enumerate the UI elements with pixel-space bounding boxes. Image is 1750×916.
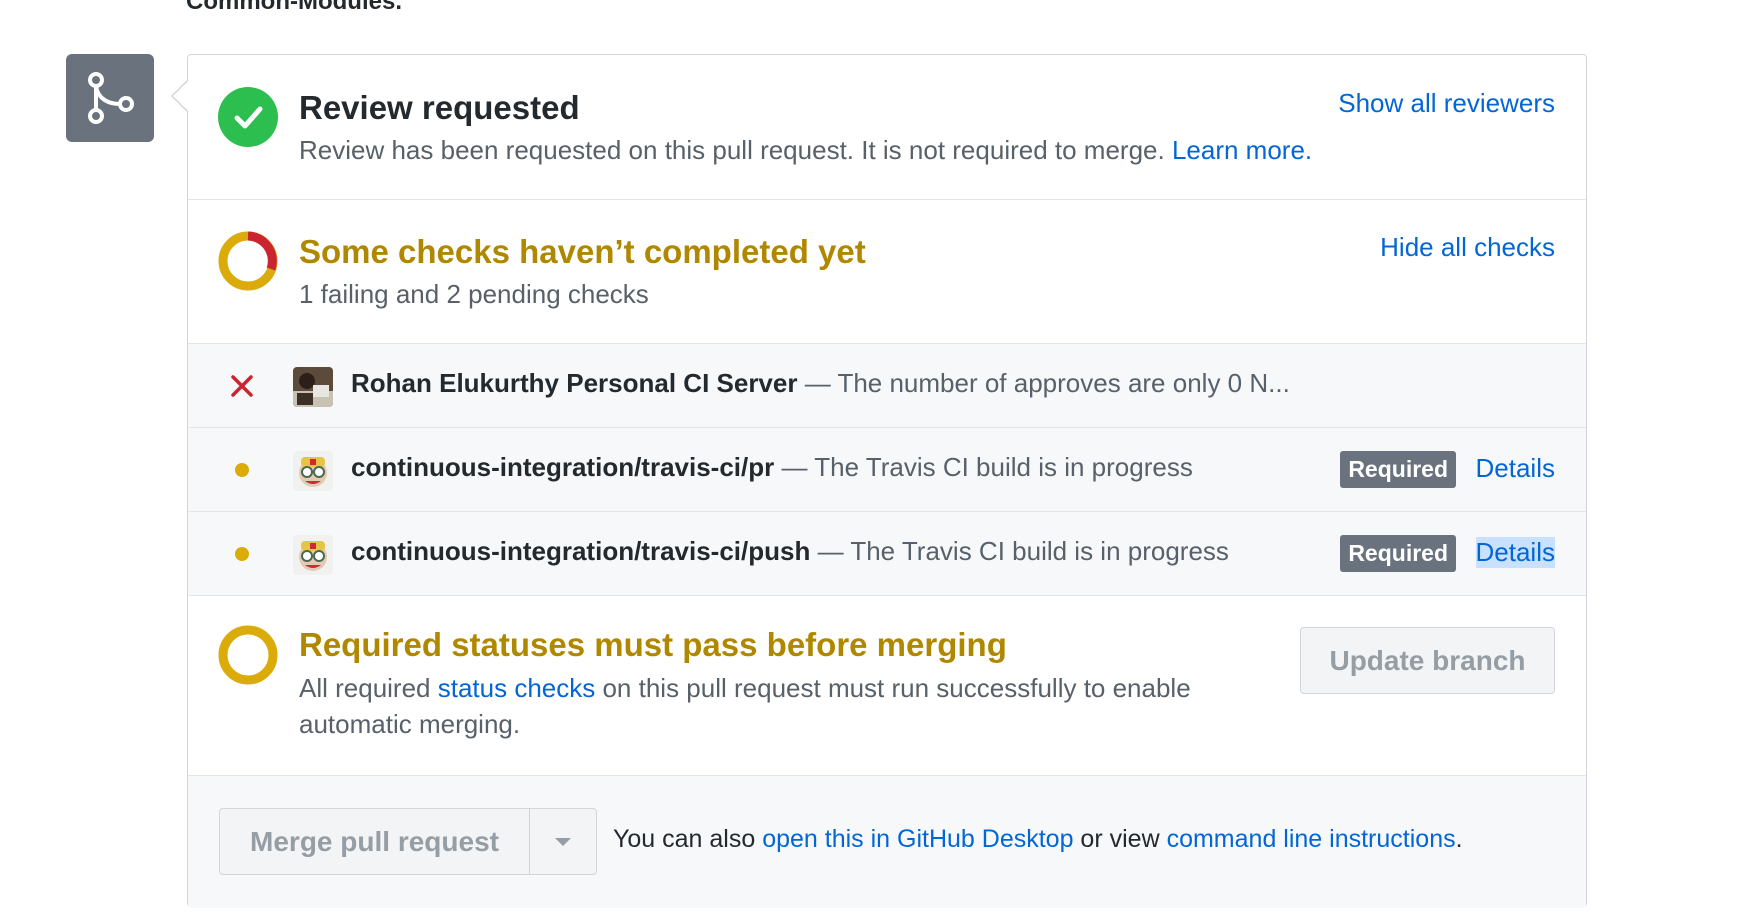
- check-text: continuous-integration/travis-ci/push — …: [351, 536, 1229, 567]
- merge-button-group: Merge pull request: [219, 808, 597, 875]
- details-link[interactable]: Details: [1475, 537, 1555, 568]
- triangle-down-icon: [555, 837, 571, 846]
- required-text: All required: [299, 673, 438, 703]
- review-text: Review has been requested on this pull r…: [299, 135, 1165, 165]
- required-description-line2: automatic merging.: [299, 709, 521, 739]
- check-row: continuous-integration/travis-ci/push — …: [188, 512, 1586, 596]
- required-statuses-section: Required statuses must pass before mergi…: [188, 596, 1586, 776]
- pending-ring-icon: [218, 231, 278, 291]
- check-circle-icon: [218, 87, 278, 147]
- required-text: on this pull request must run successful…: [595, 673, 1191, 703]
- check-context: continuous-integration/travis-ci/push: [351, 536, 811, 566]
- review-description: Review has been requested on this pull r…: [299, 135, 1312, 166]
- check-row: Rohan Elukurthy Personal CI Server — The…: [188, 344, 1586, 428]
- note-text: .: [1455, 825, 1463, 853]
- update-branch-button[interactable]: Update branch: [1300, 627, 1555, 694]
- merge-section: Merge pull request You can also open thi…: [188, 776, 1586, 908]
- git-merge-icon: [66, 54, 154, 142]
- check-row: continuous-integration/travis-ci/pr — Th…: [188, 428, 1586, 512]
- check-description: — The Travis CI build is in progress: [810, 536, 1229, 566]
- check-context: Rohan Elukurthy Personal CI Server: [351, 368, 798, 398]
- travis-avatar: [293, 451, 333, 491]
- required-title: Required statuses must pass before mergi…: [299, 626, 1007, 663]
- details-link[interactable]: Details: [1476, 453, 1555, 484]
- required-badge: Required: [1340, 535, 1456, 572]
- learn-more-link[interactable]: Learn more.: [1172, 135, 1312, 165]
- required-badge: Required: [1340, 451, 1456, 488]
- check-description: — The number of approves are only 0 N...: [797, 368, 1290, 398]
- merge-pull-request-button[interactable]: Merge pull request: [220, 809, 530, 874]
- pending-circle-icon: [218, 625, 278, 685]
- merge-method-dropdown[interactable]: [530, 809, 596, 874]
- review-section: Review requested Review has been request…: [188, 55, 1586, 200]
- status-checks-link[interactable]: status checks: [438, 673, 596, 703]
- note-text: or view: [1073, 825, 1167, 853]
- panel-pointer-inner: [173, 81, 188, 111]
- check-text: Rohan Elukurthy Personal CI Server — The…: [351, 368, 1290, 399]
- checks-section: Some checks haven’t completed yet 1 fail…: [188, 200, 1586, 344]
- merge-status-panel: Review requested Review has been request…: [187, 54, 1587, 908]
- travis-avatar: [293, 535, 333, 575]
- review-title: Review requested: [299, 89, 580, 126]
- show-all-reviewers-link[interactable]: Show all reviewers: [1338, 88, 1555, 119]
- check-description: — The Travis CI build is in progress: [774, 452, 1193, 482]
- open-in-desktop-link[interactable]: open this in GitHub Desktop: [762, 825, 1073, 853]
- x-icon: [228, 372, 256, 400]
- dot-fill-icon: [228, 540, 256, 568]
- merge-alternatives-note: You can also open this in GitHub Desktop…: [613, 825, 1463, 854]
- check-text: continuous-integration/travis-ci/pr — Th…: [351, 452, 1193, 483]
- checks-summary: 1 failing and 2 pending checks: [299, 279, 649, 309]
- required-description: All required status checks on this pull …: [299, 673, 1191, 704]
- avatar: [293, 367, 333, 407]
- checks-title: Some checks haven’t completed yet: [299, 233, 866, 270]
- command-line-instructions-link[interactable]: command line instructions: [1167, 825, 1456, 853]
- previous-comment-text: Common-Modules.: [186, 0, 402, 15]
- dot-fill-icon: [228, 456, 256, 484]
- note-text: You can also: [613, 825, 763, 853]
- check-context: continuous-integration/travis-ci/pr: [351, 452, 775, 482]
- hide-all-checks-link[interactable]: Hide all checks: [1380, 232, 1555, 263]
